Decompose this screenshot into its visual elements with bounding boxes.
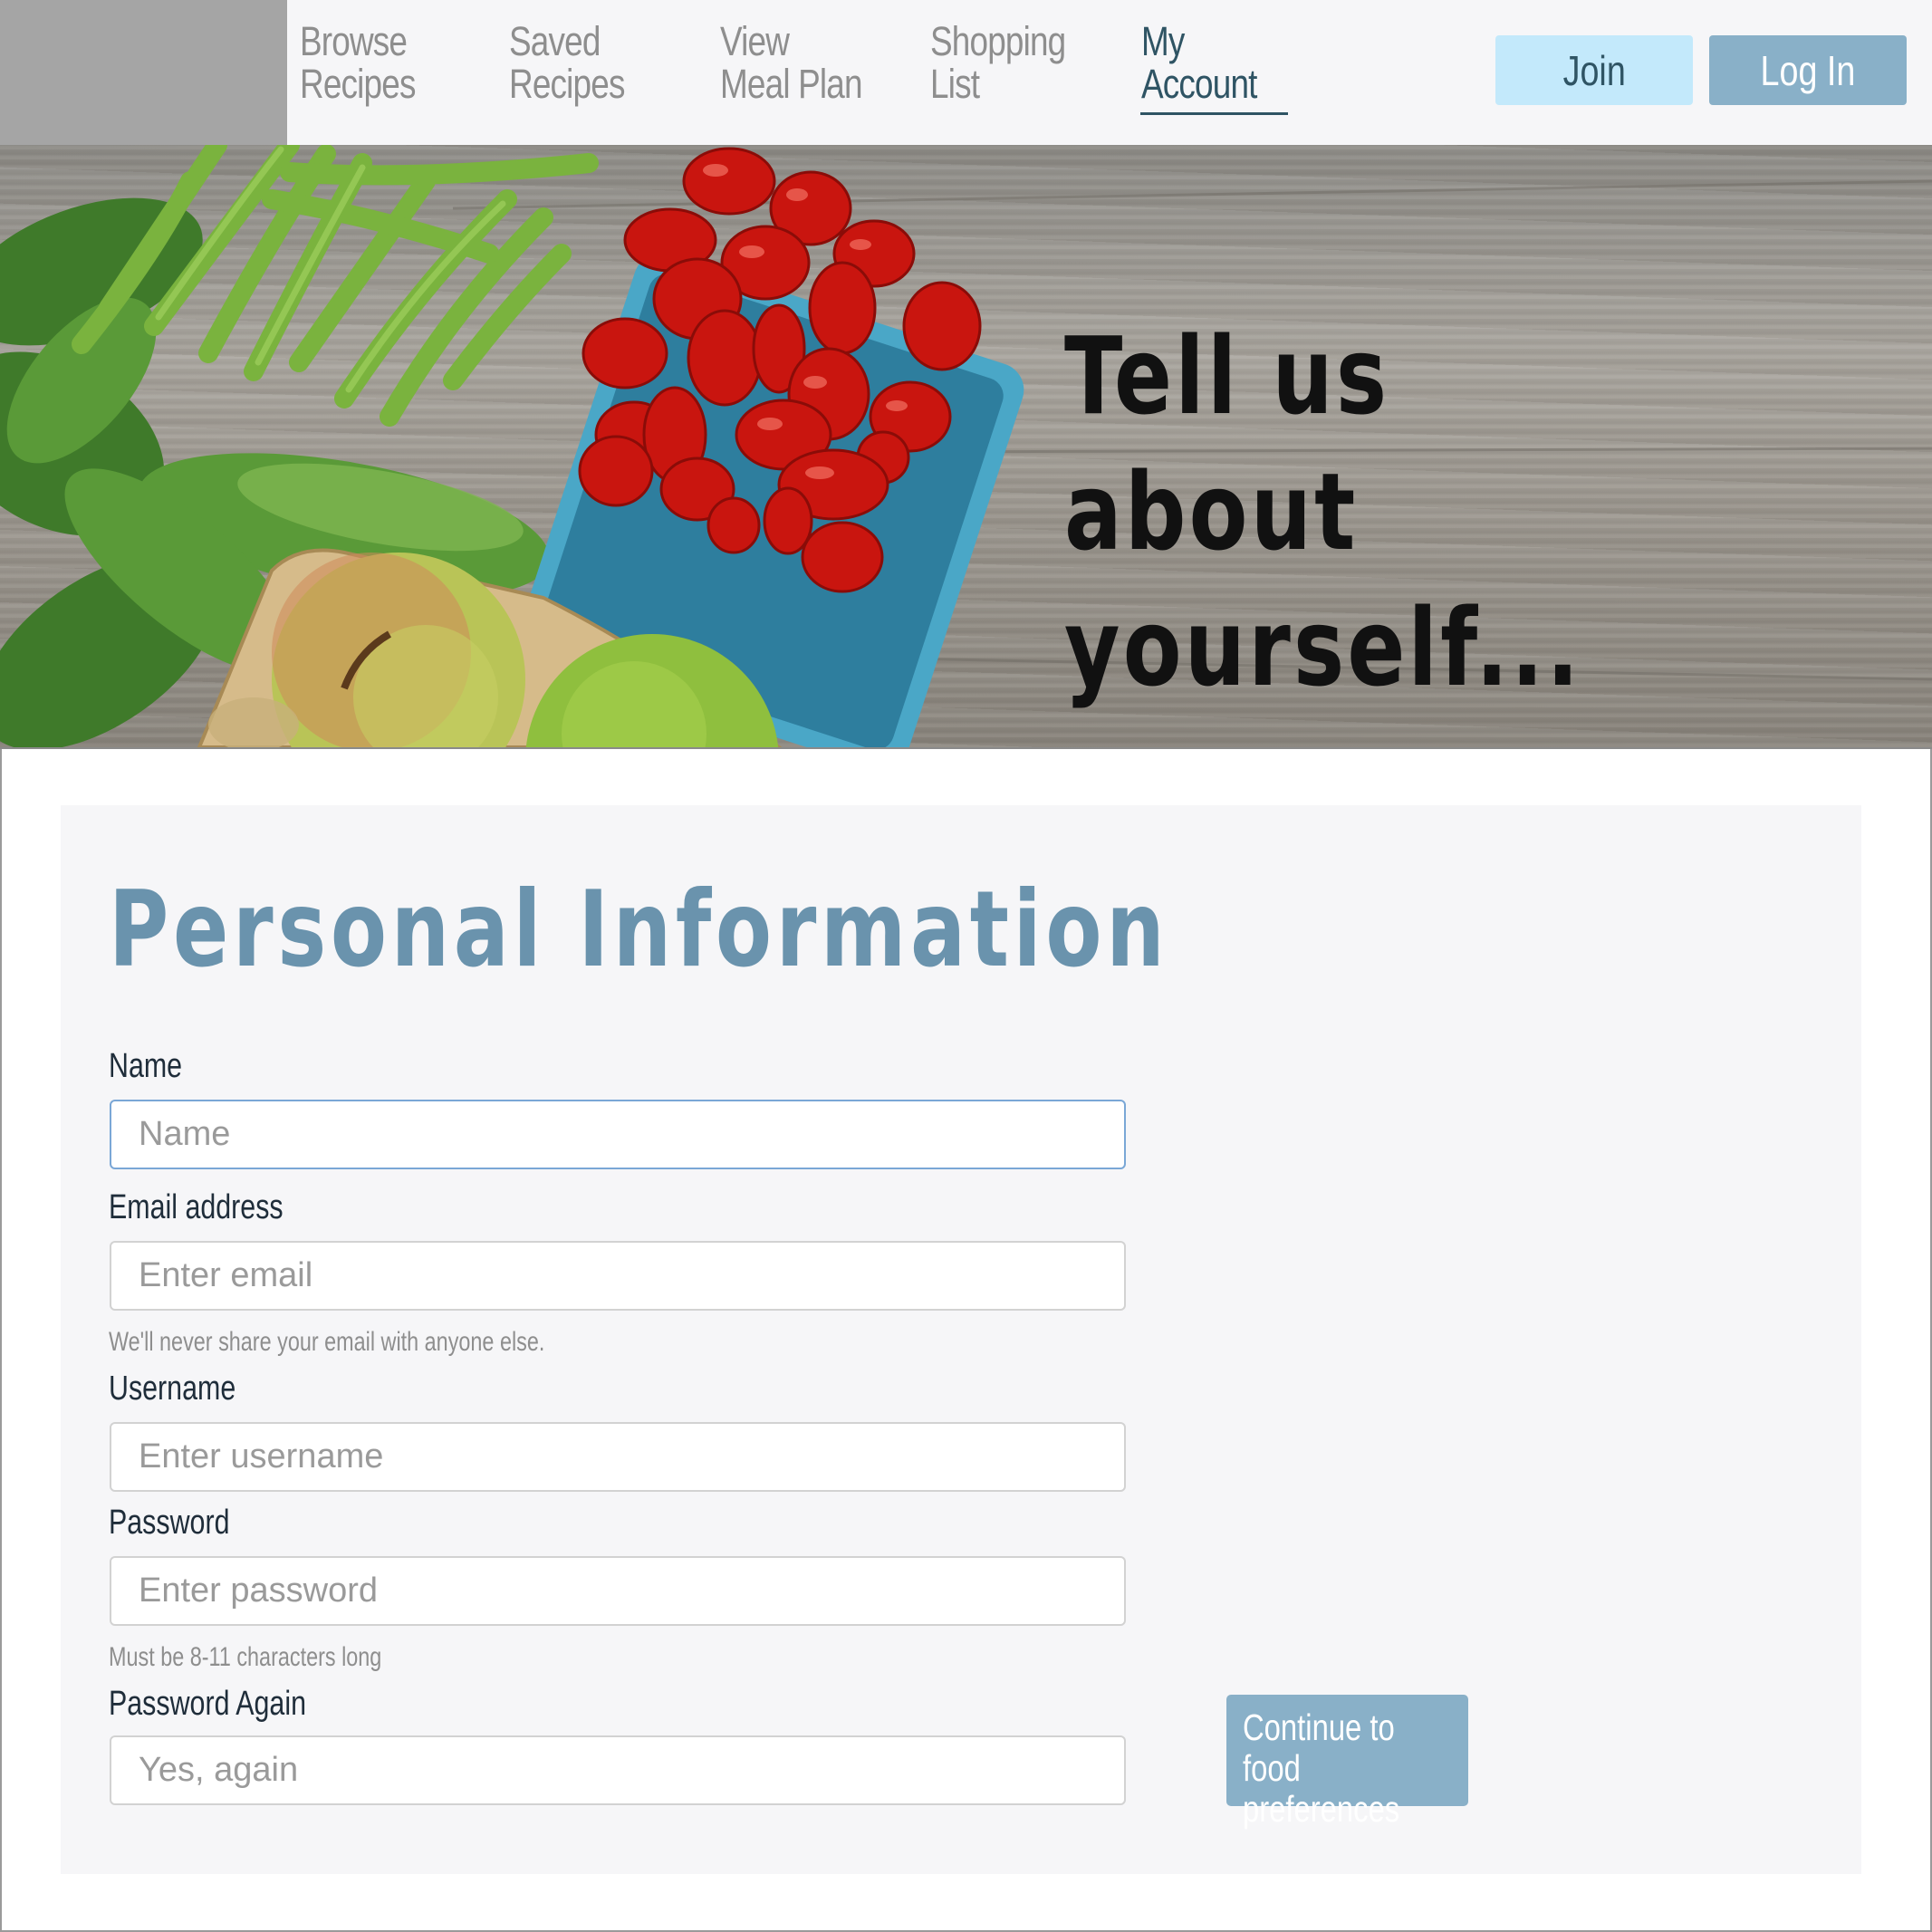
name-label: Name — [109, 1047, 183, 1085]
nav-shopping-list[interactable]: Shopping List — [930, 20, 1066, 105]
password-label: Password — [109, 1504, 230, 1542]
nav-view-meal-plan[interactable]: View Meal Plan — [720, 20, 863, 105]
password-again-label: Password Again — [109, 1685, 306, 1723]
password-input[interactable] — [110, 1556, 1126, 1626]
nav-saved-recipes[interactable]: Saved Recipes — [509, 20, 625, 105]
username-input[interactable] — [110, 1422, 1126, 1492]
continue-to-food-preferences-button[interactable]: Continue to food preferences — [1226, 1695, 1468, 1830]
join-button-label: Join — [1562, 46, 1626, 94]
email-help-text: We'll never share your email with anyone… — [109, 1327, 545, 1357]
email-label: Email address — [109, 1188, 284, 1226]
hero-title: Tell us about yourself... — [1064, 313, 1582, 710]
hero-produce-image — [0, 145, 1932, 747]
username-label: Username — [109, 1370, 236, 1408]
join-button[interactable]: Join — [1495, 35, 1693, 105]
logo-placeholder[interactable] — [0, 0, 287, 145]
nav-my-account[interactable]: My Account — [1141, 20, 1257, 105]
login-button[interactable]: Log In — [1709, 35, 1907, 105]
email-input[interactable] — [110, 1241, 1126, 1311]
hero-banner: Tell us about yourself... — [0, 145, 1932, 749]
nav-browse-recipes[interactable]: Browse Recipes — [300, 20, 416, 105]
top-navigation: Browse Recipes Saved Recipes View Meal P… — [0, 0, 1932, 147]
personal-information-heading: Personal Information — [109, 869, 1169, 991]
active-nav-underline — [1140, 112, 1288, 115]
password-again-input[interactable] — [110, 1735, 1126, 1805]
login-button-label: Log In — [1760, 46, 1856, 94]
password-help-text: Must be 8-11 characters long — [109, 1642, 382, 1672]
name-input[interactable] — [110, 1100, 1126, 1169]
continue-button-label: Continue to food preferences — [1243, 1706, 1400, 1830]
